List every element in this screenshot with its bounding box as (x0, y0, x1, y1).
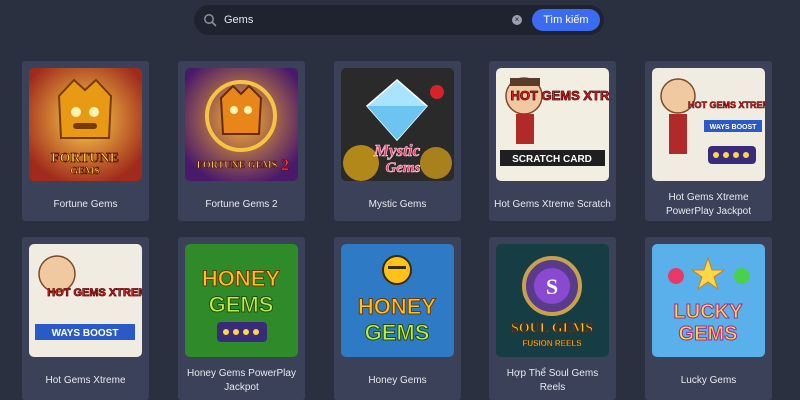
game-title: Hot Gems Xtreme Scratch (494, 199, 611, 210)
game-thumbnail: S SOUL GEMS FUSION REELS (496, 244, 609, 357)
game-logo-text: GEMS (70, 166, 100, 177)
game-card[interactable]: LUCKY GEMS Lucky Gems (645, 237, 772, 400)
game-card[interactable]: HOT GEMS XTREME WAYS BOOST Hot Gems Xtre… (645, 61, 772, 221)
game-card[interactable]: Mystic Gems Mystic Gems (334, 61, 461, 221)
search-icon (204, 14, 217, 27)
game-thumbnail: FORTUNE GEMS (29, 68, 142, 181)
search-button[interactable]: Tìm kiếm (532, 9, 600, 31)
game-logo-text: HONEY (202, 266, 281, 291)
game-title: Honey Gems (368, 375, 427, 386)
game-title: Lucky Gems (680, 375, 737, 386)
clear-search-icon[interactable]: × (512, 15, 522, 25)
game-title: Fortune Gems 2 (205, 199, 278, 210)
game-card[interactable]: HOT GEMS XTREME WAYS BOOST Hot Gems Xtre… (22, 237, 149, 400)
search-bar: × Tìm kiếm (194, 5, 604, 35)
game-logo-text: SOUL GEMS (511, 321, 593, 336)
game-card[interactable]: S SOUL GEMS FUSION REELS Hợp Thể Soul Ge… (489, 237, 616, 400)
game-thumbnail: HONEY GEMS (185, 244, 298, 357)
game-thumbnail: HOT GEMS XTREME WAYS BOOST (652, 68, 765, 181)
game-thumbnail: HOT GEMS XTREME WAYS BOOST (29, 244, 142, 357)
game-logo-text: WAYS BOOST (52, 328, 119, 339)
game-card[interactable]: FORTUNE GEMS 2 Fortune Gems 2 (178, 61, 305, 221)
svg-text:S: S (546, 274, 558, 299)
game-logo-text: FORTUNE GEMS (197, 160, 278, 171)
game-title: Hợp Thể Soul Gems Reels (506, 368, 599, 393)
game-card[interactable]: HOT GEMS XTREME SCRATCH CARD Hot Gems Xt… (489, 61, 616, 221)
game-logo-text: WAYS BOOST (710, 124, 758, 131)
game-thumbnail: HONEY GEMS (341, 244, 454, 357)
game-logo-text: Gems (386, 160, 421, 176)
game-logo-text: HOT GEMS XTREME (510, 88, 609, 103)
game-logo-text: Mystic (373, 141, 421, 160)
game-card[interactable]: HONEY GEMS Honey Gems (334, 237, 461, 400)
game-card[interactable]: HONEY GEMS Honey Gems PowerPlay Jackpot (178, 237, 305, 400)
game-title: Fortune Gems (53, 199, 118, 210)
game-logo-text: GEMS (365, 320, 430, 345)
game-logo-text: 2 (281, 157, 289, 174)
game-card[interactable]: FORTUNE GEMS Fortune Gems (22, 61, 149, 221)
game-title: Mystic Gems (368, 199, 427, 210)
game-logo-text: GEMS (209, 292, 274, 317)
game-logo-text: GEMS (679, 323, 738, 345)
game-title: Hot Gems Xtreme (45, 375, 126, 386)
game-logo-text: SCRATCH CARD (512, 154, 592, 165)
game-logo-text: HOT GEMS XTREME (688, 100, 765, 110)
game-logo-text: FORTUNE (51, 151, 119, 166)
game-thumbnail: FORTUNE GEMS 2 (185, 68, 298, 181)
game-title: Honey Gems PowerPlay Jackpot (187, 368, 296, 393)
game-title: Hot Gems Xtreme PowerPlay Jackpot (665, 192, 752, 217)
game-logo-text: HOT GEMS XTREME (47, 287, 142, 299)
game-logo-text: FUSION REELS (522, 339, 582, 348)
search-input[interactable] (224, 11, 494, 29)
game-logo-text: HONEY (358, 294, 437, 319)
game-thumbnail: HOT GEMS XTREME SCRATCH CARD (496, 68, 609, 181)
game-thumbnail: LUCKY GEMS (652, 244, 765, 357)
game-thumbnail: Mystic Gems (341, 68, 454, 181)
game-logo-text: LUCKY (674, 301, 744, 323)
